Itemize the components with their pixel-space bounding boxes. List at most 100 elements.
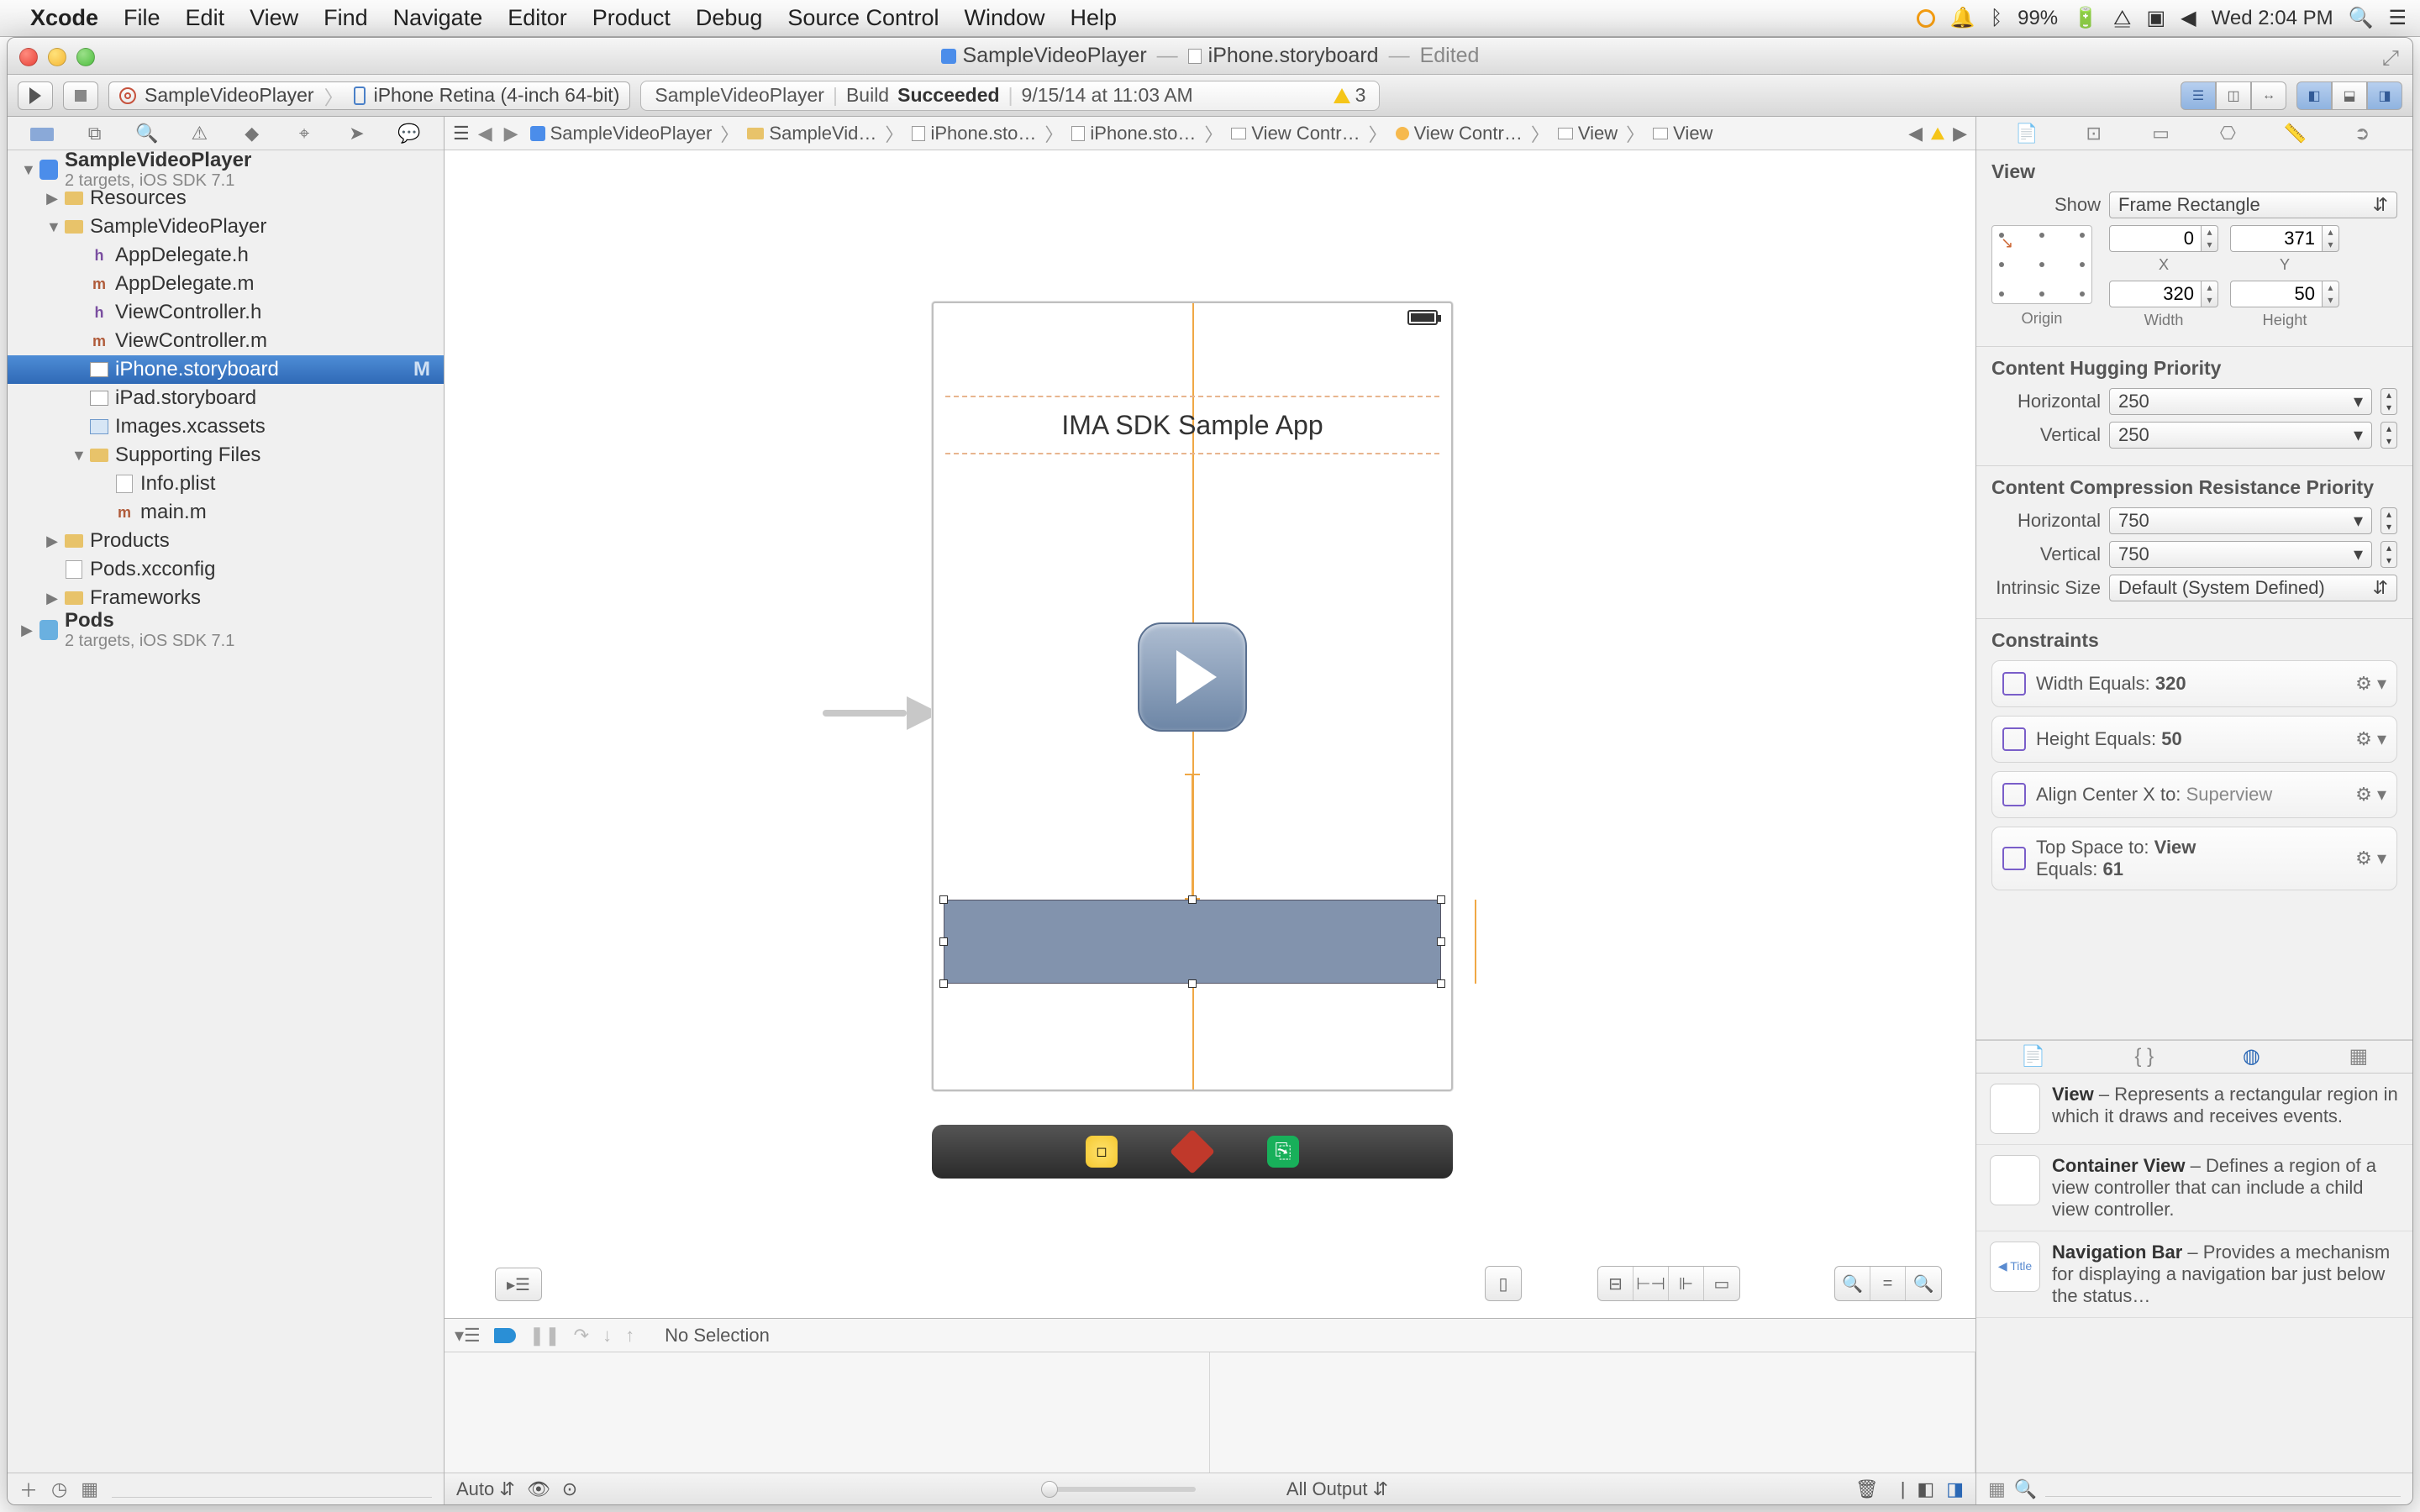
y-field[interactable] [2230, 225, 2323, 252]
exit-dock-icon[interactable]: ⎘ [1267, 1136, 1299, 1168]
tree-project-root[interactable]: ▼ SampleVideoPlayer 2 targets, iOS SDK 7… [8, 155, 444, 184]
tree-item[interactable]: ▼Supporting Files [8, 441, 444, 470]
menu-edit[interactable]: Edit [186, 5, 225, 31]
resolve-button[interactable]: ⊩ [1669, 1267, 1704, 1300]
project-tree[interactable]: ▼ SampleVideoPlayer 2 targets, iOS SDK 7… [8, 150, 444, 1473]
filter-scm-icon[interactable]: ▦ [81, 1478, 98, 1500]
zoom-actual-button[interactable]: = [1870, 1267, 1906, 1300]
volume-icon[interactable]: ◀ [2181, 6, 2196, 30]
library-item[interactable]: Container View – Defines a region of a v… [1976, 1145, 2412, 1231]
iphone-scene[interactable]: IMA SDK Sample App [932, 302, 1453, 1091]
filter-recent-icon[interactable]: ◷ [51, 1478, 67, 1500]
tree-item[interactable]: hViewController.h [8, 298, 444, 327]
window-minimize-button[interactable] [48, 48, 66, 66]
resize-handle[interactable] [1437, 979, 1445, 988]
filter-field[interactable] [112, 1481, 432, 1498]
tree-item[interactable]: iPhone.storyboardM [8, 355, 444, 384]
menu-file[interactable]: File [124, 5, 160, 31]
toggle-navigator-button[interactable]: ◧ [2296, 81, 2332, 110]
tree-item[interactable]: ▶Frameworks [8, 584, 444, 612]
status-warnings[interactable]: 3 [1334, 84, 1366, 107]
identity-inspector-tab[interactable]: ▭ [2149, 123, 2174, 144]
file-template-library-tab[interactable]: 📄 [2021, 1044, 2046, 1068]
tree-item[interactable]: Pods.xcconfig [8, 555, 444, 584]
jump-file-2[interactable]: iPhone.sto… [1068, 123, 1199, 144]
align-button[interactable]: ⊟ [1598, 1267, 1634, 1300]
constraint-width[interactable]: Width Equals: 320 ⚙ ▾ [1991, 660, 2397, 707]
tree-item[interactable]: ▼SampleVideoPlayer [8, 213, 444, 241]
console-view[interactable] [1210, 1352, 1975, 1473]
pause-button[interactable]: ❚❚ [529, 1325, 560, 1347]
library-filter-icon[interactable]: 🔍 [2014, 1478, 2037, 1500]
crp-ver-field[interactable]: 750▾ [2109, 541, 2372, 568]
fullscreen-icon[interactable]: ⤢ [2382, 46, 2402, 66]
document-outline-toggle[interactable]: ▸☰ [495, 1268, 542, 1301]
tree-item[interactable]: Images.xcassets [8, 412, 444, 441]
tree-item[interactable]: ▶Products [8, 527, 444, 555]
toggle-utilities-button[interactable]: ◨ [2367, 81, 2402, 110]
step-over-button[interactable]: ↷ [574, 1325, 589, 1347]
tree-item[interactable]: iPad.storyboard [8, 384, 444, 412]
library-view-mode-icon[interactable]: ▦ [1988, 1478, 2006, 1500]
battery-icon[interactable]: 🔋 [2073, 6, 2098, 30]
window-zoom-button[interactable] [76, 48, 95, 66]
intrinsic-popup[interactable]: Default (System Defined)⇵ [2109, 575, 2397, 601]
jump-project[interactable]: SampleVideoPlayer [527, 123, 716, 144]
assistant-editor-button[interactable]: ◫ [2216, 81, 2251, 110]
variables-scope-popup[interactable]: Auto ⇵ [456, 1478, 515, 1500]
breakpoint-navigator-tab[interactable]: ➤ [345, 123, 368, 144]
bluetooth-icon[interactable]: ᛒ [1991, 7, 2002, 30]
x-stepper[interactable]: ▴▾ [2202, 225, 2218, 252]
test-navigator-tab[interactable]: ◆ [240, 123, 264, 144]
crp-hor-field[interactable]: 750▾ [2109, 507, 2372, 534]
jump-next-issue[interactable]: ▶ [1953, 123, 1967, 144]
hug-ver-stepper[interactable]: ▴▾ [2381, 422, 2397, 449]
y-stepper[interactable]: ▴▾ [2323, 225, 2339, 252]
jump-file-1[interactable]: iPhone.sto… [908, 123, 1039, 144]
selected-view[interactable] [944, 900, 1441, 984]
resize-handle[interactable] [1437, 895, 1445, 904]
console-scope-popup[interactable]: All Output ⇵ [1286, 1478, 1388, 1500]
tree-item[interactable]: Info.plist [8, 470, 444, 498]
tree-item[interactable]: mViewController.m [8, 327, 444, 355]
resize-handle[interactable] [1188, 979, 1197, 988]
crp-ver-stepper[interactable]: ▴▾ [2381, 541, 2397, 568]
version-editor-button[interactable]: ↔ [2251, 81, 2286, 110]
menu-window[interactable]: Window [965, 5, 1045, 31]
gear-icon[interactable]: ⚙ ▾ [2355, 728, 2386, 750]
zoom-out-button[interactable]: 🔍 [1835, 1267, 1870, 1300]
size-inspector-tab[interactable]: 📏 [2282, 123, 2307, 144]
object-library-tab[interactable]: ◍ [2243, 1044, 2260, 1068]
toggle-debug-button[interactable]: ⬓ [2332, 81, 2367, 110]
clock[interactable]: Wed 2:04 PM [2212, 7, 2333, 30]
status-menu-icon[interactable] [1917, 9, 1935, 28]
jump-controller[interactable]: View Contr… [1392, 123, 1526, 144]
add-button[interactable]: ＋ [19, 1476, 38, 1503]
constraint-height[interactable]: Height Equals: 50 ⚙ ▾ [1991, 716, 2397, 763]
zoom-in-button[interactable]: 🔍 [1906, 1267, 1941, 1300]
back-button[interactable]: ◀ [475, 123, 496, 144]
variables-slider[interactable] [1044, 1487, 1196, 1492]
window-close-button[interactable] [19, 48, 38, 66]
standard-editor-button[interactable]: ☰ [2181, 81, 2216, 110]
gear-icon[interactable]: ⚙ ▾ [2355, 673, 2386, 695]
left-pane-toggle[interactable]: ◧ [1917, 1478, 1934, 1500]
quick-help-tab[interactable]: ⊡ [2081, 123, 2107, 144]
library-filter-field[interactable] [2045, 1482, 2401, 1497]
ib-canvas[interactable]: IMA SDK Sample App [445, 150, 1975, 1318]
find-navigator-tab[interactable]: 🔍 [135, 123, 159, 144]
connections-inspector-tab[interactable]: ➲ [2349, 123, 2375, 144]
code-snippet-library-tab[interactable]: { } [2134, 1045, 2154, 1068]
jump-prev-issue[interactable]: ◀ [1908, 123, 1923, 144]
resize-handle[interactable] [939, 979, 948, 988]
view-controller-dock-icon[interactable]: ◻ [1086, 1136, 1118, 1168]
debug-toggle-icon[interactable]: ▾☰ [455, 1325, 481, 1347]
gear-icon[interactable]: ⚙ ▾ [2355, 848, 2386, 869]
title-label[interactable]: IMA SDK Sample App [945, 396, 1439, 454]
right-pane-toggle[interactable]: ◨ [1946, 1478, 1964, 1500]
symbol-navigator-tab[interactable]: ⧉ [83, 123, 107, 144]
forward-button[interactable]: ▶ [501, 123, 522, 144]
library-item[interactable]: View – Represents a rectangular region i… [1976, 1074, 2412, 1145]
jump-folder[interactable]: SampleVid… [744, 123, 880, 144]
notifications-icon[interactable]: 🔔 [1950, 6, 1975, 30]
